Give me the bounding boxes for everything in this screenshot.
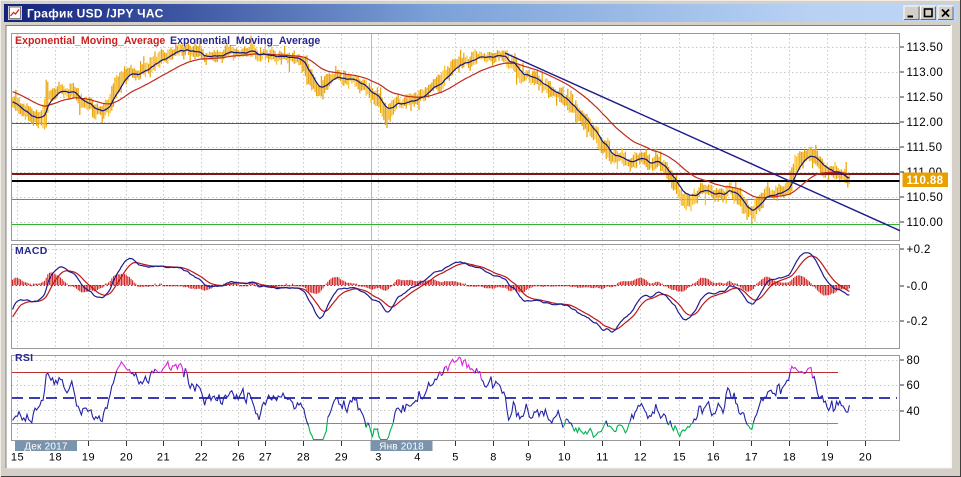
svg-text:111.50: 111.50 xyxy=(907,142,943,154)
svg-text:Exponential_Moving_Average: Exponential_Moving_Average xyxy=(15,35,165,47)
svg-text:40: 40 xyxy=(907,406,921,418)
svg-text:18: 18 xyxy=(783,452,796,464)
svg-text:60: 60 xyxy=(907,380,921,392)
svg-text:113.50: 113.50 xyxy=(907,42,944,54)
svg-text:MACD: MACD xyxy=(15,245,48,257)
svg-text:29: 29 xyxy=(335,452,348,464)
svg-text:113.00: 113.00 xyxy=(907,67,944,79)
svg-text:26: 26 xyxy=(232,452,245,464)
svg-text:112.50: 112.50 xyxy=(907,92,944,104)
svg-text:15: 15 xyxy=(11,452,24,464)
svg-text:110.88: 110.88 xyxy=(907,175,944,187)
svg-text:Exponential_Moving_Average: Exponential_Moving_Average xyxy=(170,35,320,47)
svg-text:График USD /JPY ЧАС: График USD /JPY ЧАС xyxy=(27,7,164,21)
svg-text:8: 8 xyxy=(490,452,497,464)
svg-text:110.50: 110.50 xyxy=(907,192,944,204)
svg-text:RSI: RSI xyxy=(15,352,33,364)
svg-text:17: 17 xyxy=(745,452,758,464)
svg-text:15: 15 xyxy=(673,452,686,464)
svg-text:9: 9 xyxy=(525,452,532,464)
svg-text:5: 5 xyxy=(452,452,459,464)
svg-text:20: 20 xyxy=(120,452,133,464)
svg-text:-0.0: -0.0 xyxy=(907,281,928,293)
svg-text:112.00: 112.00 xyxy=(907,117,944,129)
svg-text:+0.2: +0.2 xyxy=(907,244,931,256)
svg-text:18: 18 xyxy=(49,452,62,464)
svg-text:16: 16 xyxy=(707,452,720,464)
svg-text:10: 10 xyxy=(558,452,571,464)
svg-text:11: 11 xyxy=(596,452,608,464)
svg-text:19: 19 xyxy=(821,452,834,464)
svg-text:21: 21 xyxy=(157,452,170,464)
svg-text:80: 80 xyxy=(907,355,921,367)
svg-text:28: 28 xyxy=(297,452,310,464)
svg-text:22: 22 xyxy=(195,452,208,464)
svg-text:12: 12 xyxy=(634,452,647,464)
svg-text:4: 4 xyxy=(414,452,421,464)
svg-text:Дек 2017: Дек 2017 xyxy=(24,442,68,453)
svg-text:19: 19 xyxy=(82,452,95,464)
svg-text:20: 20 xyxy=(859,452,872,464)
svg-text:Янв 2018: Янв 2018 xyxy=(379,442,424,453)
svg-text:3: 3 xyxy=(375,452,382,464)
svg-text:-0.2: -0.2 xyxy=(907,316,928,328)
svg-text:27: 27 xyxy=(259,452,272,464)
svg-text:110.00: 110.00 xyxy=(907,217,944,229)
